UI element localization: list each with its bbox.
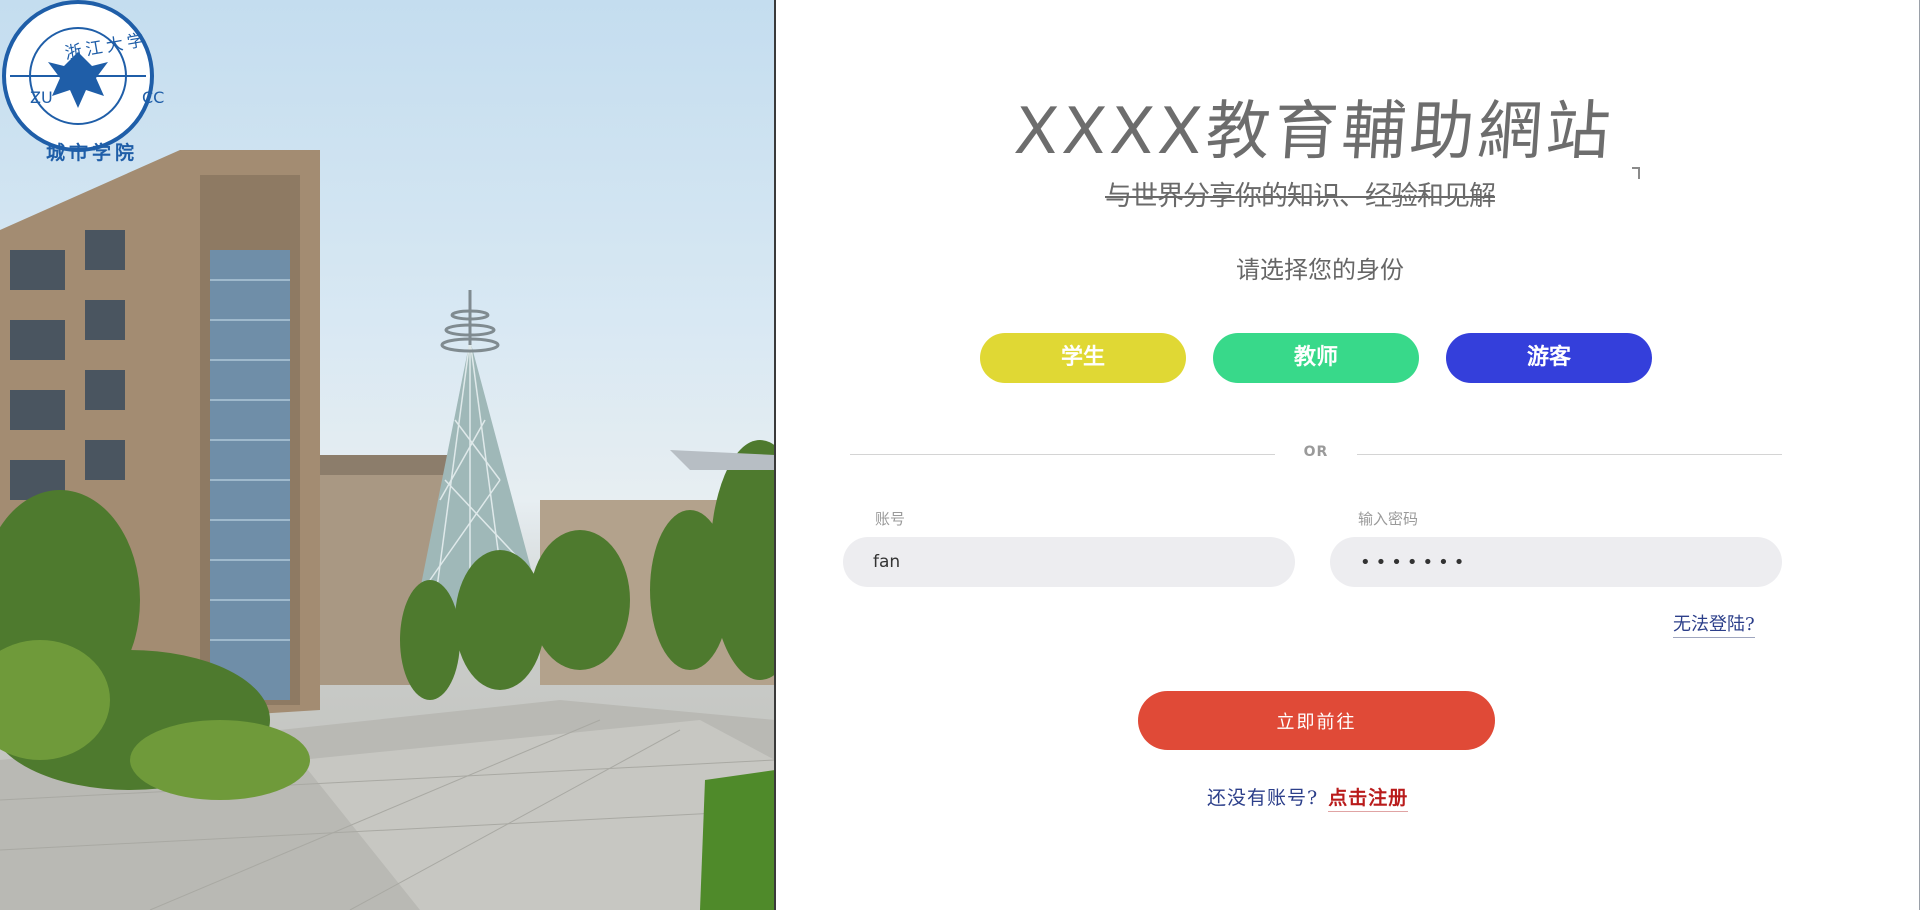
logo-left-text: ZU	[30, 88, 53, 107]
corner-mark	[1632, 167, 1640, 179]
or-divider-text: OR	[1303, 444, 1329, 460]
role-student-button[interactable]: 学生	[980, 333, 1186, 383]
site-title: XXXX教育輔助網站	[1011, 95, 1617, 169]
or-divider-right-line	[1357, 454, 1782, 455]
register-row: 还没有账号? 点击注册	[1207, 783, 1409, 812]
university-logo	[2, 0, 154, 152]
campus-photo: ZU CC 浙江大学 城市学院	[0, 0, 775, 910]
role-teacher-button[interactable]: 教师	[1213, 333, 1419, 383]
password-input[interactable]	[1330, 537, 1782, 587]
account-label: 账号	[875, 510, 906, 528]
register-prompt: 还没有账号?	[1207, 787, 1319, 809]
logo-right-text: CC	[142, 88, 165, 107]
identity-prompt: 请选择您的身份	[1236, 256, 1404, 284]
tagline: 与世界分享你的知识、经验和见解	[1105, 181, 1496, 212]
forgot-login-link[interactable]: 无法登陆?	[1673, 610, 1755, 638]
submit-button[interactable]: 立即前往	[1138, 691, 1495, 750]
register-link[interactable]: 点击注册	[1328, 787, 1409, 812]
login-page: ZU CC 浙江大学 城市学院 XXXX教育輔助網站 与世界分享你的知识、经验和…	[0, 0, 1920, 910]
role-visitor-button[interactable]: 游客	[1446, 333, 1652, 383]
password-label: 输入密码	[1358, 510, 1419, 528]
logo-bottom-text: 城市学院	[46, 142, 139, 164]
or-divider-left-line	[850, 454, 1275, 455]
account-input[interactable]	[843, 537, 1295, 587]
